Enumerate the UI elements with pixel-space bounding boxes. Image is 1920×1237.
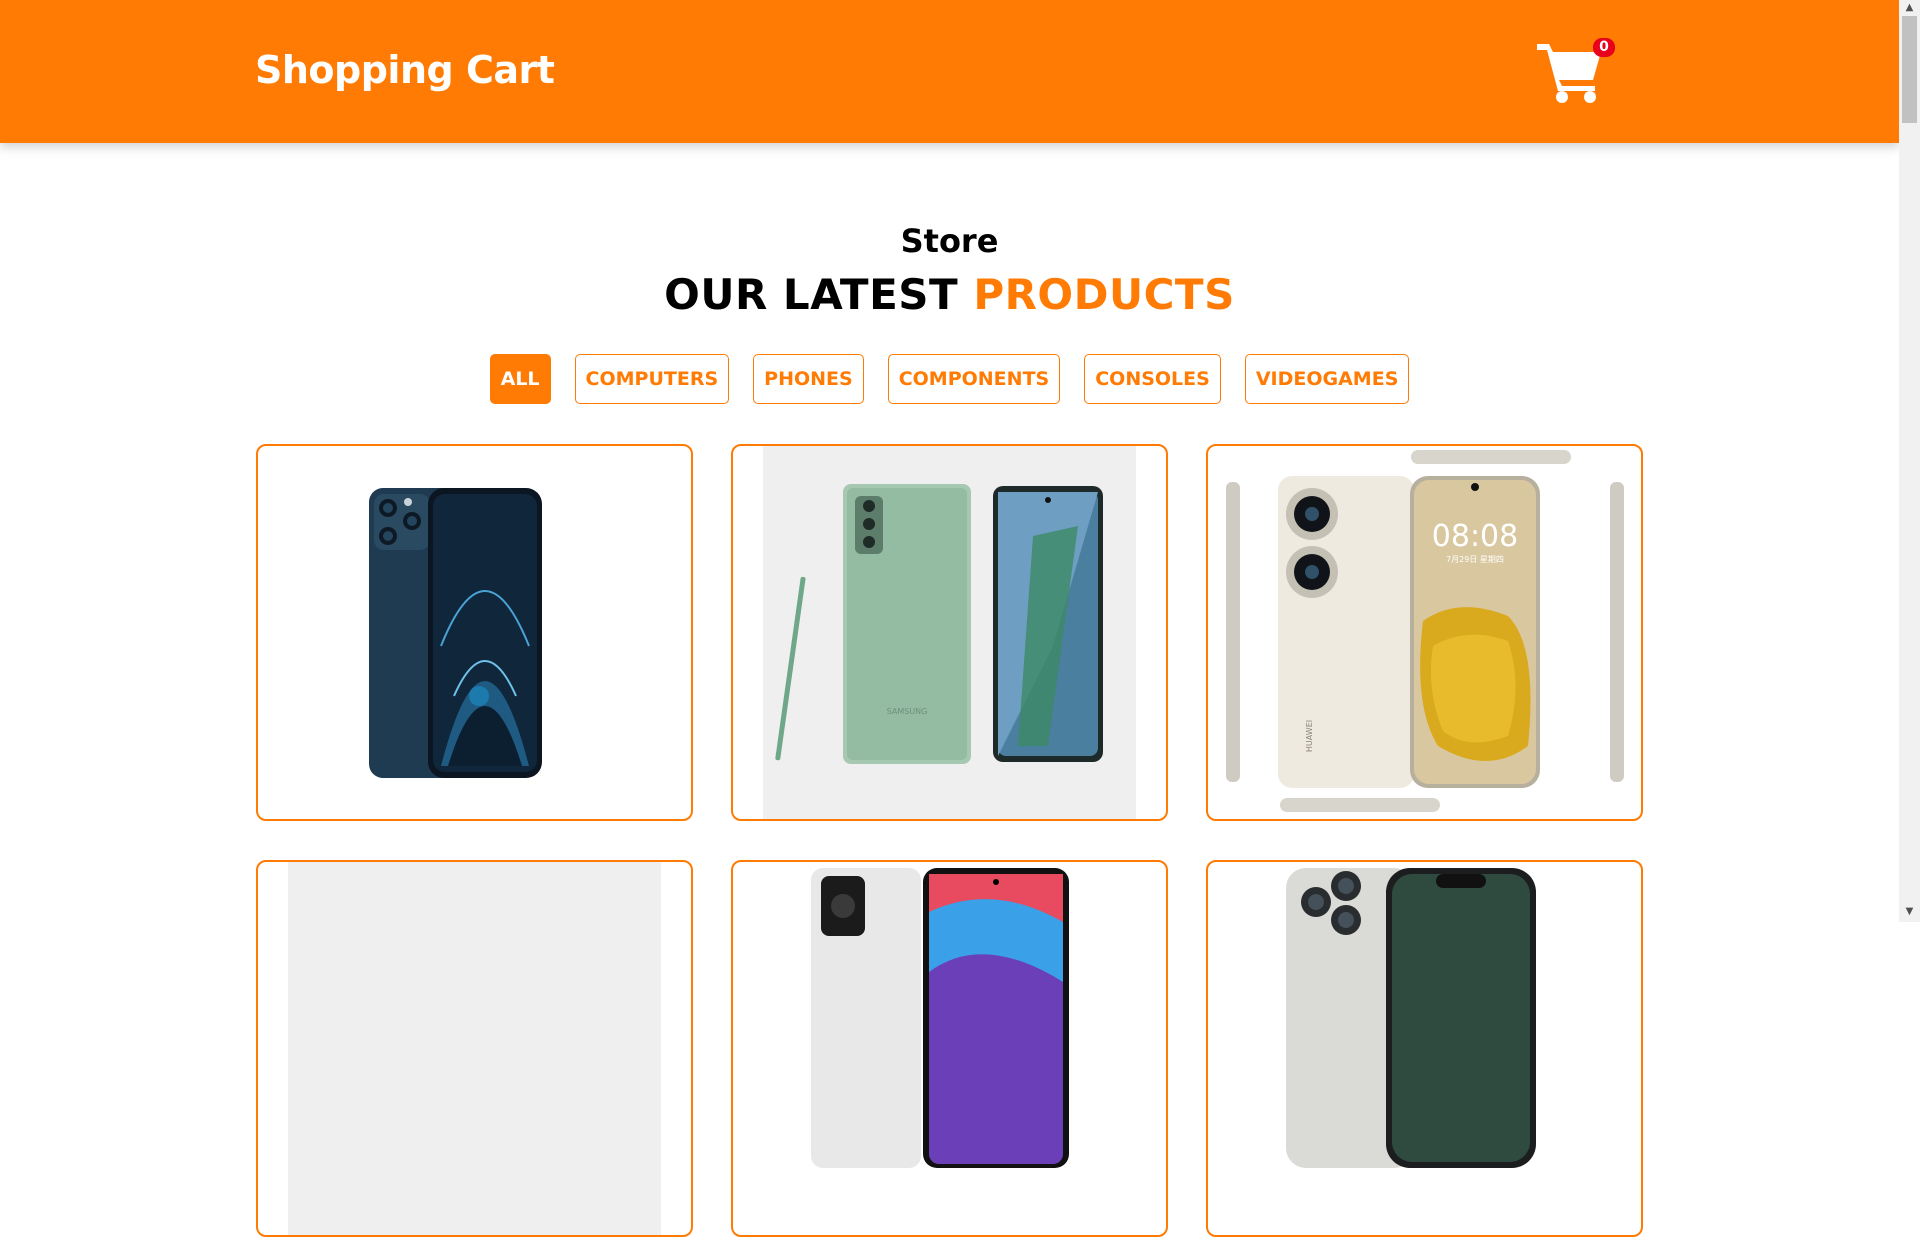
scroll-down-arrow-icon[interactable]: ▼ bbox=[1903, 906, 1916, 918]
product-image-samsung-note: SAMSUNG bbox=[763, 446, 1136, 819]
product-card[interactable] bbox=[731, 860, 1168, 1237]
section-subtitle: Store bbox=[900, 222, 999, 260]
scroll-up-arrow-icon[interactable]: ▲ bbox=[1903, 2, 1916, 14]
page-scrollbar[interactable] bbox=[1899, 0, 1920, 922]
phone-brand-mark: SAMSUNG bbox=[887, 707, 928, 716]
brand-title[interactable]: Shopping Cart bbox=[255, 48, 555, 92]
product-card[interactable]: SAMSUNG bbox=[731, 444, 1168, 821]
phone-brand-mark: HUAWEI bbox=[1305, 720, 1314, 752]
product-image-realme bbox=[811, 868, 1069, 1168]
filter-phones[interactable]: PHONES bbox=[753, 354, 864, 404]
filter-components[interactable]: COMPONENTS bbox=[887, 354, 1061, 404]
product-card[interactable] bbox=[1206, 860, 1643, 1237]
section-title: OUR LATEST PRODUCTS bbox=[0, 270, 1899, 319]
filter-all[interactable]: ALL bbox=[489, 354, 551, 404]
product-card[interactable] bbox=[256, 444, 693, 821]
filter-computers[interactable]: COMPUTERS bbox=[574, 354, 730, 404]
product-card[interactable]: HUAWEI 08:08 7月29日 星期四 bbox=[1206, 444, 1643, 821]
product-image-iphone-13 bbox=[1286, 868, 1536, 1168]
filter-videogames[interactable]: VIDEOGAMES bbox=[1244, 354, 1410, 404]
product-image-placeholder bbox=[288, 862, 661, 1235]
product-card[interactable] bbox=[256, 860, 693, 1237]
product-image-iphone bbox=[369, 488, 542, 778]
scrollbar-thumb[interactable] bbox=[1902, 16, 1917, 123]
phone-date: 7月29日 星期四 bbox=[1446, 555, 1504, 564]
filter-consoles[interactable]: CONSOLES bbox=[1084, 354, 1221, 404]
site-header: Shopping Cart bbox=[0, 0, 1899, 143]
cart-count-badge: 0 bbox=[1593, 38, 1615, 57]
phone-clock: 08:08 bbox=[1432, 519, 1518, 554]
section-title-plain: OUR LATEST bbox=[664, 270, 959, 319]
product-image-huawei-p50: HUAWEI 08:08 7月29日 星期四 bbox=[1226, 450, 1624, 812]
category-filters: ALL COMPUTERS PHONES COMPONENTS CONSOLES… bbox=[0, 354, 1899, 404]
section-title-accent: PRODUCTS bbox=[973, 270, 1235, 319]
